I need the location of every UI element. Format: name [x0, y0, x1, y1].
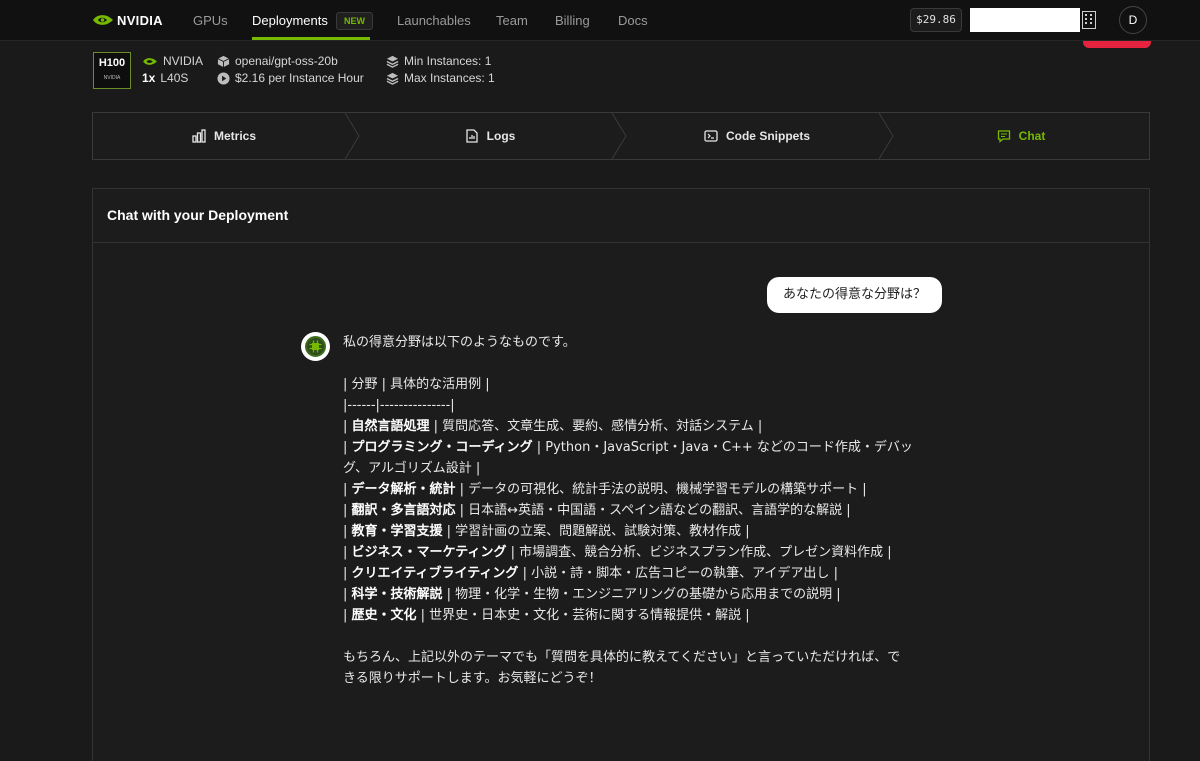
assistant-message-bold: 教育・学習支援: [351, 524, 443, 539]
nav-gpus[interactable]: GPUs: [193, 13, 228, 28]
assistant-message-rest: | 日本語↔英語・中国語・スペイン語などの翻訳、言語学的な解説 |: [455, 503, 851, 518]
provider-name: NVIDIA: [163, 54, 204, 68]
assistant-message-line: |------|---------------|: [343, 398, 455, 413]
play-circle-icon: [217, 71, 230, 85]
max-instances: Max Instances: 1: [404, 71, 495, 85]
assistant-message-bold: 歴史・文化: [351, 608, 417, 623]
terminal-icon: [704, 130, 718, 142]
assistant-message-rest: | 小説・詩・脚本・広告コピーの執筆、アイデア出し |: [518, 566, 838, 581]
chat-panel-header: Chat with your Deployment: [93, 189, 1149, 243]
file-chart-icon: [466, 129, 478, 143]
tab-logs[interactable]: Logs: [359, 113, 621, 159]
assistant-message-line: | 科学・技術解説 | 物理・化学・生物・エンジニアリングの基礎から応用までの説…: [343, 587, 841, 602]
user-message-bubble: あなたの得意な分野は？: [767, 277, 942, 313]
org-selector[interactable]: [970, 8, 1080, 32]
nvidia-logo[interactable]: NVIDIA: [92, 12, 163, 28]
assistant-avatar: [301, 332, 330, 361]
tab-logs-label: Logs: [486, 129, 516, 143]
building-icon[interactable]: [1082, 11, 1096, 29]
assistant-message-bold: 翻訳・多言語対応: [351, 503, 456, 518]
assistant-message-bold: 科学・技術解説: [351, 587, 443, 602]
tab-chat-label: Chat: [1018, 129, 1046, 143]
assistant-message-line: | 自然言語処理 | 質問応答、文章生成、要約、感情分析、対話システム |: [343, 419, 763, 434]
tab-code-snippets-label: Code Snippets: [725, 129, 810, 143]
nav-launchables[interactable]: Launchables: [397, 13, 471, 28]
credit-balance[interactable]: $29.86: [910, 8, 962, 32]
assistant-message-bold: プログラミング・コーディング: [351, 440, 533, 455]
tab-metrics-label: Metrics: [213, 129, 257, 143]
new-badge: NEW: [336, 12, 373, 30]
assistant-message-rest: | 学習計画の立案、問題解説、試験対策、教材作成 |: [442, 524, 750, 539]
tab-metrics[interactable]: Metrics: [93, 113, 355, 159]
assistant-message-line: | 歴史・文化 | 世界史・日本史・文化・芸術に関する情報提供・解説 |: [343, 608, 750, 623]
tab-chat[interactable]: Chat: [893, 113, 1149, 159]
user-avatar[interactable]: D: [1119, 6, 1147, 34]
assistant-message-rest: | 世界史・日本史・文化・芸術に関する情報提供・解説 |: [416, 608, 750, 623]
model-name: openai/gpt-oss-20b: [235, 54, 338, 68]
chat-panel: Chat with your Deployment: [92, 188, 1150, 761]
assistant-message-line: | 分野 | 具体的な活用例 |: [343, 377, 490, 392]
cube-icon: [217, 55, 230, 67]
nav-deployments[interactable]: Deployments: [252, 13, 328, 28]
price-info: $2.16 per Instance Hour: [217, 71, 364, 85]
assistant-message-bold: ビジネス・マーケティング: [351, 545, 507, 560]
gpu-count: 1x: [142, 71, 156, 85]
tab-code-snippets[interactable]: Code Snippets: [626, 113, 888, 159]
assistant-message-bold: 自然言語処理: [351, 419, 430, 434]
gpu-chip-label: H100: [98, 57, 126, 69]
assistant-message-line: | データ解析・統計 | データの可視化、統計手法の説明、機械学習モデルの構築サ…: [343, 482, 867, 497]
assistant-message-line: グ、アルゴリズム設計 |: [343, 461, 481, 476]
assistant-message-line: | 翻訳・多言語対応 | 日本語↔英語・中国語・スペイン語などの翻訳、言語学的な…: [343, 503, 851, 518]
nav-team[interactable]: Team: [496, 13, 528, 28]
assistant-message-line: | プログラミング・コーディング | Python・JavaScript・Jav…: [343, 440, 913, 455]
assistant-message-line: | ビジネス・マーケティング | 市場調査、競合分析、ビジネスプラン作成、プレゼ…: [343, 545, 892, 560]
nvidia-eye-icon: [93, 15, 113, 25]
min-instances: Min Instances: 1: [404, 54, 492, 68]
assistant-message-line: | クリエイティブライティング | 小説・詩・脚本・広告コピーの執筆、アイデア出…: [343, 566, 838, 581]
min-instances-info: Min Instances: 1: [386, 54, 491, 68]
assistant-message-rest: | 市場調査、競合分析、ビジネスプラン作成、プレゼン資料作成 |: [506, 545, 892, 560]
assistant-message-line: 私の得意分野は以下のようなものです。: [343, 335, 576, 350]
gpu-config: 1x L40S: [142, 71, 188, 85]
assistant-message-rest: | 質問応答、文章生成、要約、感情分析、対話システム |: [429, 419, 763, 434]
assistant-message-bold: クリエイティブライティング: [351, 566, 519, 581]
assistant-message-rest: | 物理・化学・生物・エンジニアリングの基礎から応用までの説明 |: [442, 587, 841, 602]
assistant-message-bold: データ解析・統計: [351, 482, 456, 497]
chip-icon: [309, 340, 322, 353]
chat-icon: [997, 130, 1010, 143]
logo-text: NVIDIA: [117, 12, 163, 28]
layers-icon: [386, 72, 399, 85]
assistant-message-rest: | Python・JavaScript・Java・C++ などのコード作成・デバ…: [532, 440, 913, 455]
gpu-type: L40S: [160, 71, 189, 85]
assistant-message-rest: | データの可視化、統計手法の説明、機械学習モデルの構築サポート |: [455, 482, 867, 497]
assistant-message-line: | 教育・学習支援 | 学習計画の立案、問題解説、試験対策、教材作成 |: [343, 524, 750, 539]
layers-icon: [386, 55, 399, 68]
assistant-message-line: きる限りサポートします。お気軽にどうぞ！: [343, 671, 602, 686]
model-info: openai/gpt-oss-20b: [217, 54, 338, 68]
nvidia-eye-icon: [143, 57, 157, 65]
nav-docs[interactable]: Docs: [618, 13, 648, 28]
assistant-message-line: もちろん、上記以外のテーマでも「質問を具体的に教えてください」と言っていただけれ…: [343, 650, 901, 665]
price: $2.16 per Instance Hour: [235, 71, 364, 85]
top-nav: NVIDIA GPUs Deployments NEW Launchables …: [0, 0, 1200, 41]
deployment-tabs: Metrics Logs Code Snippets Chat: [92, 112, 1150, 160]
gpu-chip-icon: H100 NVIDIA: [93, 52, 131, 89]
provider-info: NVIDIA: [142, 54, 203, 68]
gpu-chip-sub: NVIDIA: [103, 75, 121, 81]
max-instances-info: Max Instances: 1: [386, 71, 495, 85]
chat-panel-title: Chat with your Deployment: [107, 207, 289, 223]
active-nav-indicator: [252, 37, 370, 40]
nav-billing[interactable]: Billing: [555, 13, 590, 28]
delete-button[interactable]: [1083, 41, 1151, 48]
bar-chart-icon: [192, 129, 206, 143]
